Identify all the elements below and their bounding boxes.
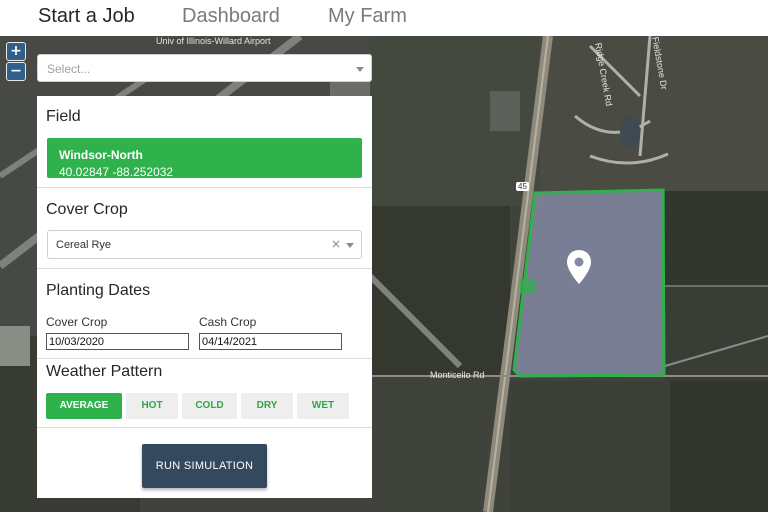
zoom-out-button[interactable]: − [6, 62, 26, 81]
cash-crop-date-label: Cash Crop [199, 315, 257, 329]
weather-average-button[interactable]: AVERAGE [46, 393, 122, 419]
tab-start-a-job[interactable]: Start a Job [38, 5, 135, 27]
field-search-select[interactable]: Select... [37, 54, 372, 82]
cash-crop-date-input[interactable] [199, 333, 342, 350]
job-setup-panel: Field Windsor-North 40.02847 -88.252032 … [37, 96, 372, 498]
clear-icon[interactable]: × [331, 237, 341, 251]
map-pin-icon[interactable] [566, 249, 592, 285]
section-divider [37, 358, 372, 359]
field-section-title: Field [46, 108, 81, 125]
cover-crop-value: Cereal Rye [56, 239, 112, 251]
selected-field-card[interactable]: Windsor-North 40.02847 -88.252032 [47, 138, 362, 179]
weather-cold-button[interactable]: COLD [182, 393, 237, 419]
weather-wet-button[interactable]: WET [297, 393, 349, 419]
airport-label: Univ of Illinois-Willard Airport [156, 36, 271, 46]
weather-pattern-section-title: Weather Pattern [46, 363, 163, 380]
planting-dates-section-title: Planting Dates [46, 282, 151, 299]
cover-crop-select[interactable]: Cereal Rye × [47, 230, 362, 259]
section-divider [37, 187, 372, 188]
section-divider [37, 427, 372, 428]
run-simulation-button[interactable]: RUN SIMULATION [142, 444, 267, 488]
field-coordinates: 40.02847 -88.252032 [59, 165, 174, 179]
tab-dashboard[interactable]: Dashboard [182, 5, 280, 27]
weather-dry-button[interactable]: DRY [241, 393, 293, 419]
cover-crop-section-title: Cover Crop [46, 201, 128, 218]
weather-hot-button[interactable]: HOT [126, 393, 178, 419]
highway-shield: 45 [516, 182, 529, 191]
section-divider [37, 268, 372, 269]
chevron-down-icon[interactable] [346, 243, 354, 248]
zoom-in-button[interactable]: + [6, 42, 26, 61]
field-search-placeholder: Select... [47, 62, 91, 76]
road-label: Monticello Rd [430, 370, 485, 380]
top-nav: Start a Job Dashboard My Farm [0, 0, 768, 36]
tab-my-farm[interactable]: My Farm [328, 5, 407, 27]
field-name: Windsor-North [59, 148, 143, 162]
chevron-down-icon[interactable] [356, 67, 364, 72]
cover-crop-date-label: Cover Crop [46, 315, 108, 329]
cover-crop-date-input[interactable] [46, 333, 189, 350]
